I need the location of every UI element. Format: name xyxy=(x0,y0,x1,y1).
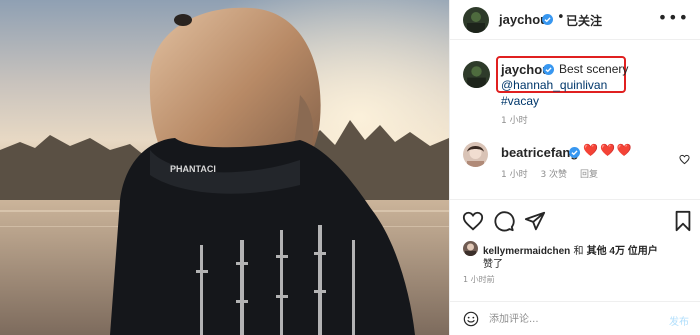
heart-icon[interactable] xyxy=(462,210,484,232)
likes-and: 和 xyxy=(570,246,587,257)
avatar[interactable] xyxy=(463,7,489,33)
verified-icon xyxy=(542,14,553,25)
comment-likes-count[interactable]: 3 次赞 xyxy=(540,170,567,180)
bookmark-icon[interactable] xyxy=(672,210,694,232)
verified-icon xyxy=(543,64,554,75)
comment-username[interactable]: beatricefang xyxy=(501,145,578,160)
photo-image: PHANTACI xyxy=(0,0,449,335)
more-options-icon[interactable]: ••• xyxy=(658,8,689,27)
verified-icon xyxy=(569,147,580,158)
likes-others-link[interactable]: 其他 4万 位用户 xyxy=(587,246,658,257)
post-comment-button[interactable]: 发布 xyxy=(669,313,689,328)
comment-meta: 1 小时 3 次赞 回复 xyxy=(501,167,608,180)
caption-text: Best scenery xyxy=(559,62,629,76)
hoodie-text: PHANTACI xyxy=(170,164,216,174)
post-header: jaychou • 已关注 ••• xyxy=(450,0,700,40)
action-bar xyxy=(450,199,700,239)
comment-avatar[interactable] xyxy=(463,142,488,167)
comment-time: 1 小时 xyxy=(501,170,528,180)
heart-icon[interactable] xyxy=(679,150,690,165)
caption-time: 1 小时 xyxy=(501,116,528,126)
caption-mention-link[interactable]: @hannah_quinlivan xyxy=(501,78,607,92)
comment-composer: 发布 xyxy=(450,301,700,335)
post-photo[interactable]: PHANTACI xyxy=(0,0,449,335)
post-side-panel: jaychou • 已关注 ••• jaychou Best scenery @… xyxy=(449,0,700,335)
caption-hashtag-link[interactable]: #vacay xyxy=(501,94,539,108)
post-date: 1 小时前 xyxy=(463,275,495,284)
share-icon[interactable] xyxy=(524,210,546,232)
comment-input[interactable] xyxy=(489,310,649,328)
likes-liked-text: 赞了 xyxy=(483,259,503,270)
liker-avatar[interactable] xyxy=(463,241,478,256)
comment-reply-button[interactable]: 回复 xyxy=(580,170,598,180)
follow-status-button[interactable]: 已关注 xyxy=(566,12,602,29)
header-username[interactable]: jaychou xyxy=(499,12,548,27)
emoji-icon[interactable] xyxy=(463,311,479,327)
separator: • xyxy=(557,10,565,25)
comment-icon[interactable] xyxy=(493,210,515,232)
likes-line: kellymermaidchen 和 其他 4万 位用户 xyxy=(483,242,658,257)
comment-text: ❤️❤️❤️ xyxy=(583,143,634,157)
caption-avatar[interactable] xyxy=(463,61,490,88)
